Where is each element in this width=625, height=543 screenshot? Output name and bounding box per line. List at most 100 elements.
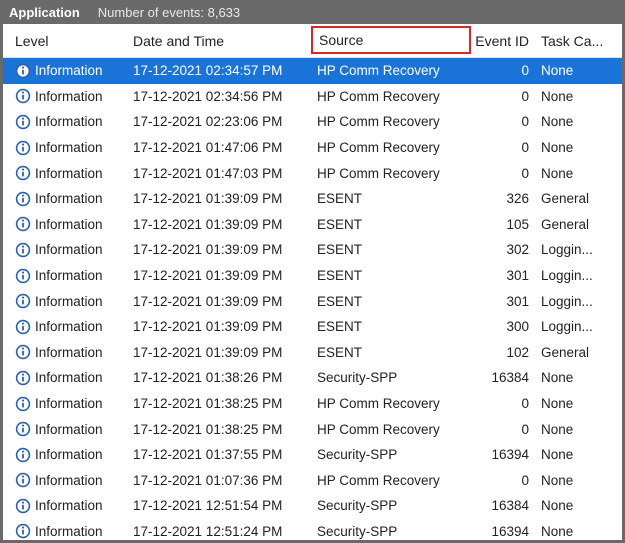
table-row[interactable]: Information17-12-2021 01:37:55 PMSecurit… [3, 442, 622, 468]
table-row[interactable]: Information17-12-2021 02:23:06 PMHP Comm… [3, 109, 622, 135]
information-icon [15, 472, 31, 488]
cell-source: HP Comm Recovery [311, 391, 471, 417]
table-row[interactable]: Information17-12-2021 01:39:09 PMESENT32… [3, 186, 622, 212]
table-row[interactable]: Information17-12-2021 12:51:24 PMSecurit… [3, 519, 622, 540]
column-header-event-id[interactable]: Event ID [471, 24, 535, 57]
cell-date: 17-12-2021 01:39:09 PM [127, 288, 311, 314]
level-text: Information [35, 140, 103, 155]
cell-event-id: 326 [471, 186, 535, 212]
table-row[interactable]: Information17-12-2021 01:38:26 PMSecurit… [3, 365, 622, 391]
cell-event-id: 0 [471, 416, 535, 442]
cell-event-id: 0 [471, 391, 535, 417]
information-icon [15, 140, 31, 156]
cell-event-id: 16384 [471, 493, 535, 519]
table-row[interactable]: Information17-12-2021 01:07:36 PMHP Comm… [3, 468, 622, 494]
column-header-level[interactable]: Level [9, 24, 127, 57]
table-row[interactable]: Information17-12-2021 02:34:56 PMHP Comm… [3, 84, 622, 110]
information-icon [15, 293, 31, 309]
cell-date: 17-12-2021 01:39:09 PM [127, 314, 311, 340]
table-row[interactable]: Information17-12-2021 01:39:09 PMESENT30… [3, 263, 622, 289]
cell-level: Information [9, 340, 127, 366]
information-icon [15, 447, 31, 463]
cell-event-id: 0 [471, 84, 535, 110]
cell-level: Information [9, 58, 127, 84]
table-row[interactable]: Information17-12-2021 01:38:25 PMHP Comm… [3, 391, 622, 417]
cell-date: 17-12-2021 02:34:56 PM [127, 84, 311, 110]
table-row[interactable]: Information 17-12-2021 01:39:09 PMESENT30… [3, 288, 622, 314]
cell-source: Security-SPP [311, 493, 471, 519]
information-icon [15, 498, 31, 514]
cell-task: General [535, 212, 616, 238]
cell-source: ESENT [311, 340, 471, 366]
column-header-source-label: Source [319, 32, 363, 48]
cell-task: Loggin... [535, 237, 616, 263]
cell-date: 17-12-2021 01:38:26 PM [127, 365, 311, 391]
level-text: Information [35, 191, 103, 206]
cell-level: Information [9, 493, 127, 519]
column-header-task[interactable]: Task Ca... [535, 24, 616, 57]
level-text: Information [35, 294, 103, 309]
event-viewer-window: Application Number of events: 8,633 Leve… [0, 0, 625, 543]
cell-task: General [535, 186, 616, 212]
table-row[interactable]: Information17-12-2021 01:39:09 PMESENT30… [3, 314, 622, 340]
table-row[interactable]: Information17-12-2021 01:39:09 PMESENT30… [3, 237, 622, 263]
table-row[interactable]: Information 17-12-2021 01:38:25 PMHP Comm… [3, 416, 622, 442]
cell-level: Information [9, 237, 127, 263]
level-text: Information [35, 319, 103, 334]
cell-source: HP Comm Recovery [311, 416, 471, 442]
cell-level: Information [9, 416, 127, 442]
cell-date: 17-12-2021 02:23:06 PM [127, 109, 311, 135]
cell-source: ESENT [311, 212, 471, 238]
level-text: Information [35, 114, 103, 129]
cell-task: None [535, 416, 616, 442]
cell-date: 17-12-2021 01:39:09 PM [127, 263, 311, 289]
level-text: Information [35, 447, 103, 462]
cell-source: Security-SPP [311, 442, 471, 468]
cell-event-id: 0 [471, 58, 535, 84]
cell-level: Information [9, 186, 127, 212]
cell-source: ESENT [311, 288, 471, 314]
cell-date: 17-12-2021 12:51:24 PM [127, 519, 311, 540]
cell-date: 17-12-2021 02:34:57 PM [127, 58, 311, 84]
event-list[interactable]: Information17-12-2021 02:34:57 PMHP Comm… [3, 58, 622, 540]
information-icon [15, 319, 31, 335]
cell-level: Information [9, 442, 127, 468]
cell-level: Information [9, 212, 127, 238]
cell-source: HP Comm Recovery [311, 58, 471, 84]
table-row[interactable]: Information17-12-2021 02:34:57 PMHP Comm… [3, 58, 622, 84]
cell-date: 17-12-2021 01:38:25 PM [127, 416, 311, 442]
column-header-source[interactable]: Source [311, 26, 471, 54]
table-row[interactable]: Information17-12-2021 12:51:54 PMSecurit… [3, 493, 622, 519]
level-text: Information [35, 422, 103, 437]
column-header-date[interactable]: Date and Time [127, 24, 311, 57]
cell-task: None [535, 58, 616, 84]
column-header-row: Level Date and Time Source Event ID Task… [3, 24, 622, 58]
information-icon [15, 421, 31, 437]
table-row[interactable]: Information17-12-2021 01:47:03 PMHP Comm… [3, 160, 622, 186]
cell-date: 17-12-2021 12:51:54 PM [127, 493, 311, 519]
cell-source: HP Comm Recovery [311, 468, 471, 494]
cell-source: HP Comm Recovery [311, 160, 471, 186]
table-row[interactable]: Information17-12-2021 01:47:06 PMHP Comm… [3, 135, 622, 161]
titlebar: Application Number of events: 8,633 [3, 0, 622, 24]
level-text: Information [35, 473, 103, 488]
cell-event-id: 0 [471, 468, 535, 494]
cell-task: None [535, 109, 616, 135]
cell-level: Information [9, 84, 127, 110]
cell-task: None [535, 442, 616, 468]
cell-event-id: 102 [471, 340, 535, 366]
information-icon [15, 344, 31, 360]
table-row[interactable]: Information17-12-2021 01:39:09 PMESENT10… [3, 340, 622, 366]
cell-event-id: 301 [471, 263, 535, 289]
cell-level: Information [9, 519, 127, 540]
table-row[interactable]: Information17-12-2021 01:39:09 PMESENT10… [3, 212, 622, 238]
level-text: Information [35, 370, 103, 385]
cell-level: Information [9, 160, 127, 186]
cell-task: None [535, 365, 616, 391]
cell-task: None [535, 493, 616, 519]
information-icon [15, 216, 31, 232]
level-text: Information [35, 268, 103, 283]
cell-event-id: 301 [471, 288, 535, 314]
cell-level: Information [9, 314, 127, 340]
event-count-label: Number of events: 8,633 [98, 5, 240, 20]
